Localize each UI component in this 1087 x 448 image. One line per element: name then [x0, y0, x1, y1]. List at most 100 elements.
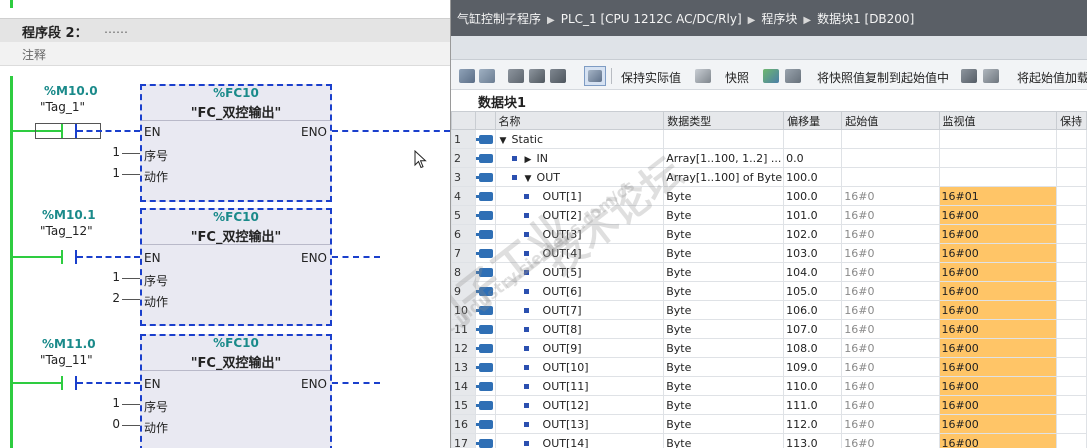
contact-address[interactable]: %M10.1: [42, 208, 96, 222]
cell-start-value[interactable]: 16#0: [841, 338, 940, 358]
copy-snapshot-to-start-button[interactable]: 将快照值复制到起始值中: [817, 69, 949, 86]
cell-retain[interactable]: [1056, 395, 1087, 415]
table-row[interactable]: 5 OUT[2] Byte 101.0 16#0 16#00: [451, 205, 1087, 225]
cell-datatype[interactable]: Array[1..100] of Byte: [663, 167, 785, 187]
cell-monitor-value[interactable]: 16#00: [938, 281, 1058, 301]
breadcrumb-program-blocks[interactable]: 程序块: [761, 12, 797, 26]
column-header-datatype[interactable]: 数据类型: [663, 111, 785, 130]
cell-datatype[interactable]: Byte: [663, 357, 785, 377]
keep-actual-values-button[interactable]: 保持实际值: [621, 69, 681, 86]
function-block[interactable]: %FC10 "FC_双控输出" EN ENO 序号 动作: [140, 84, 332, 202]
contact-tag[interactable]: "Tag_1": [40, 100, 85, 114]
cell-name[interactable]: ▶ IN: [494, 148, 665, 168]
table-row[interactable]: 12 OUT[9] Byte 108.0 16#0 16#00: [451, 338, 1087, 358]
contact-address[interactable]: %M11.0: [42, 337, 96, 351]
cell-retain[interactable]: [1056, 281, 1087, 301]
network-title-placeholder[interactable]: ……: [104, 22, 128, 36]
collapse-arrow-icon[interactable]: ▼: [525, 174, 537, 184]
collapse-all-icon[interactable]: [529, 69, 545, 83]
snapshot-icon[interactable]: [695, 69, 711, 83]
cell-name[interactable]: ▼ OUT: [494, 167, 665, 187]
cell-monitor-value[interactable]: 16#00: [938, 224, 1058, 244]
cell-retain[interactable]: [1056, 338, 1087, 358]
cell-retain[interactable]: [1056, 243, 1087, 263]
cell-start-value[interactable]: 16#0: [841, 262, 940, 282]
seq-value[interactable]: 1: [108, 396, 120, 410]
table-row[interactable]: 10 OUT[7] Byte 106.0 16#0 16#00: [451, 300, 1087, 320]
cell-monitor-value[interactable]: 16#00: [938, 243, 1058, 263]
cell-start-value[interactable]: [841, 129, 940, 149]
cell-monitor-value[interactable]: 16#00: [938, 376, 1058, 396]
cell-start-value[interactable]: 16#0: [841, 395, 940, 415]
cell-datatype[interactable]: Byte: [663, 338, 785, 358]
cell-monitor-value[interactable]: 16#00: [938, 205, 1058, 225]
seq-value[interactable]: 1: [108, 270, 120, 284]
cell-datatype[interactable]: Byte: [663, 243, 785, 263]
column-header-monitor-value[interactable]: 监视值: [938, 111, 1058, 130]
cell-name[interactable]: OUT[5]: [494, 262, 665, 282]
table-row[interactable]: 3 ▼ OUT Array[1..100] of Byte 100.0: [451, 167, 1087, 187]
breadcrumb-data-block[interactable]: 数据块1 [DB200]: [817, 12, 914, 26]
seq-value[interactable]: 1: [108, 145, 120, 159]
table-row[interactable]: 8 OUT[5] Byte 104.0 16#0 16#00: [451, 262, 1087, 282]
cell-name[interactable]: OUT[6]: [494, 281, 665, 301]
column-header-name[interactable]: 名称: [494, 111, 665, 130]
cell-start-value[interactable]: 16#0: [841, 357, 940, 377]
copy-snapshot-alt-icon[interactable]: [785, 69, 801, 83]
cell-datatype[interactable]: Byte: [663, 395, 785, 415]
table-row[interactable]: 17 OUT[14] Byte 113.0 16#0 16#00: [451, 433, 1087, 448]
cell-datatype[interactable]: Byte: [663, 281, 785, 301]
cell-retain[interactable]: [1056, 300, 1087, 320]
cell-datatype[interactable]: Byte: [663, 433, 785, 448]
cell-name[interactable]: OUT[8]: [494, 319, 665, 339]
table-row[interactable]: 13 OUT[10] Byte 109.0 16#0 16#00: [451, 357, 1087, 377]
cell-monitor-value[interactable]: 16#00: [938, 262, 1058, 282]
cell-name[interactable]: OUT[2]: [494, 205, 665, 225]
cell-datatype[interactable]: Byte: [663, 300, 785, 320]
cell-monitor-value[interactable]: 16#00: [938, 300, 1058, 320]
cell-retain[interactable]: [1056, 129, 1087, 149]
cell-retain[interactable]: [1056, 205, 1087, 225]
cell-name[interactable]: OUT[14]: [494, 433, 665, 448]
cell-start-value[interactable]: [841, 148, 940, 168]
cell-datatype[interactable]: Byte: [663, 414, 785, 434]
cell-name[interactable]: OUT[7]: [494, 300, 665, 320]
table-row[interactable]: 11 OUT[8] Byte 107.0 16#0 16#00: [451, 319, 1087, 339]
insert-row-icon[interactable]: [459, 69, 475, 83]
cell-retain[interactable]: [1056, 414, 1087, 434]
network-comment[interactable]: 注释: [0, 42, 450, 66]
cell-monitor-value[interactable]: 16#00: [938, 395, 1058, 415]
cell-monitor-value[interactable]: 16#00: [938, 319, 1058, 339]
cell-monitor-value[interactable]: [938, 167, 1058, 187]
cell-name[interactable]: OUT[1]: [494, 186, 665, 206]
copy-snapshot-icon[interactable]: [763, 69, 779, 83]
cell-start-value[interactable]: 16#0: [841, 319, 940, 339]
act-value[interactable]: 2: [108, 291, 120, 305]
cell-start-value[interactable]: 16#0: [841, 224, 940, 244]
cell-start-value[interactable]: 16#0: [841, 186, 940, 206]
add-row-icon[interactable]: [479, 69, 495, 83]
table-row[interactable]: 14 OUT[11] Byte 110.0 16#0 16#00: [451, 376, 1087, 396]
cell-name[interactable]: ▼ Static: [494, 129, 665, 149]
cell-start-value[interactable]: 16#0: [841, 243, 940, 263]
cell-datatype[interactable]: Byte: [663, 186, 785, 206]
expand-arrow-icon[interactable]: ▶: [525, 155, 537, 165]
table-row[interactable]: 16 OUT[13] Byte 112.0 16#0 16#00: [451, 414, 1087, 434]
contact-tag[interactable]: "Tag_11": [40, 353, 93, 367]
cell-monitor-value[interactable]: [938, 148, 1058, 168]
cell-datatype[interactable]: Byte: [663, 205, 785, 225]
table-row[interactable]: 2 ▶ IN Array[1..100, 1..2] ... 0.0: [451, 148, 1087, 168]
cell-monitor-value[interactable]: 16#00: [938, 338, 1058, 358]
cell-monitor-value[interactable]: 16#00: [938, 357, 1058, 377]
cell-start-value[interactable]: 16#0: [841, 376, 940, 396]
table-row[interactable]: 1 ▼ Static: [451, 129, 1087, 149]
load-start-alt-icon[interactable]: [983, 69, 999, 83]
cell-retain[interactable]: [1056, 262, 1087, 282]
table-row[interactable]: 9 OUT[6] Byte 105.0 16#0 16#00: [451, 281, 1087, 301]
collapse-arrow-icon[interactable]: ▼: [500, 136, 512, 146]
function-block[interactable]: %FC10 "FC_双控输出" EN ENO 序号 动作: [140, 208, 332, 326]
breadcrumb-project[interactable]: 气缸控制子程序: [457, 12, 541, 26]
snapshot-button[interactable]: 快照: [725, 69, 749, 86]
cell-start-value[interactable]: 16#0: [841, 414, 940, 434]
cell-retain[interactable]: [1056, 148, 1087, 168]
